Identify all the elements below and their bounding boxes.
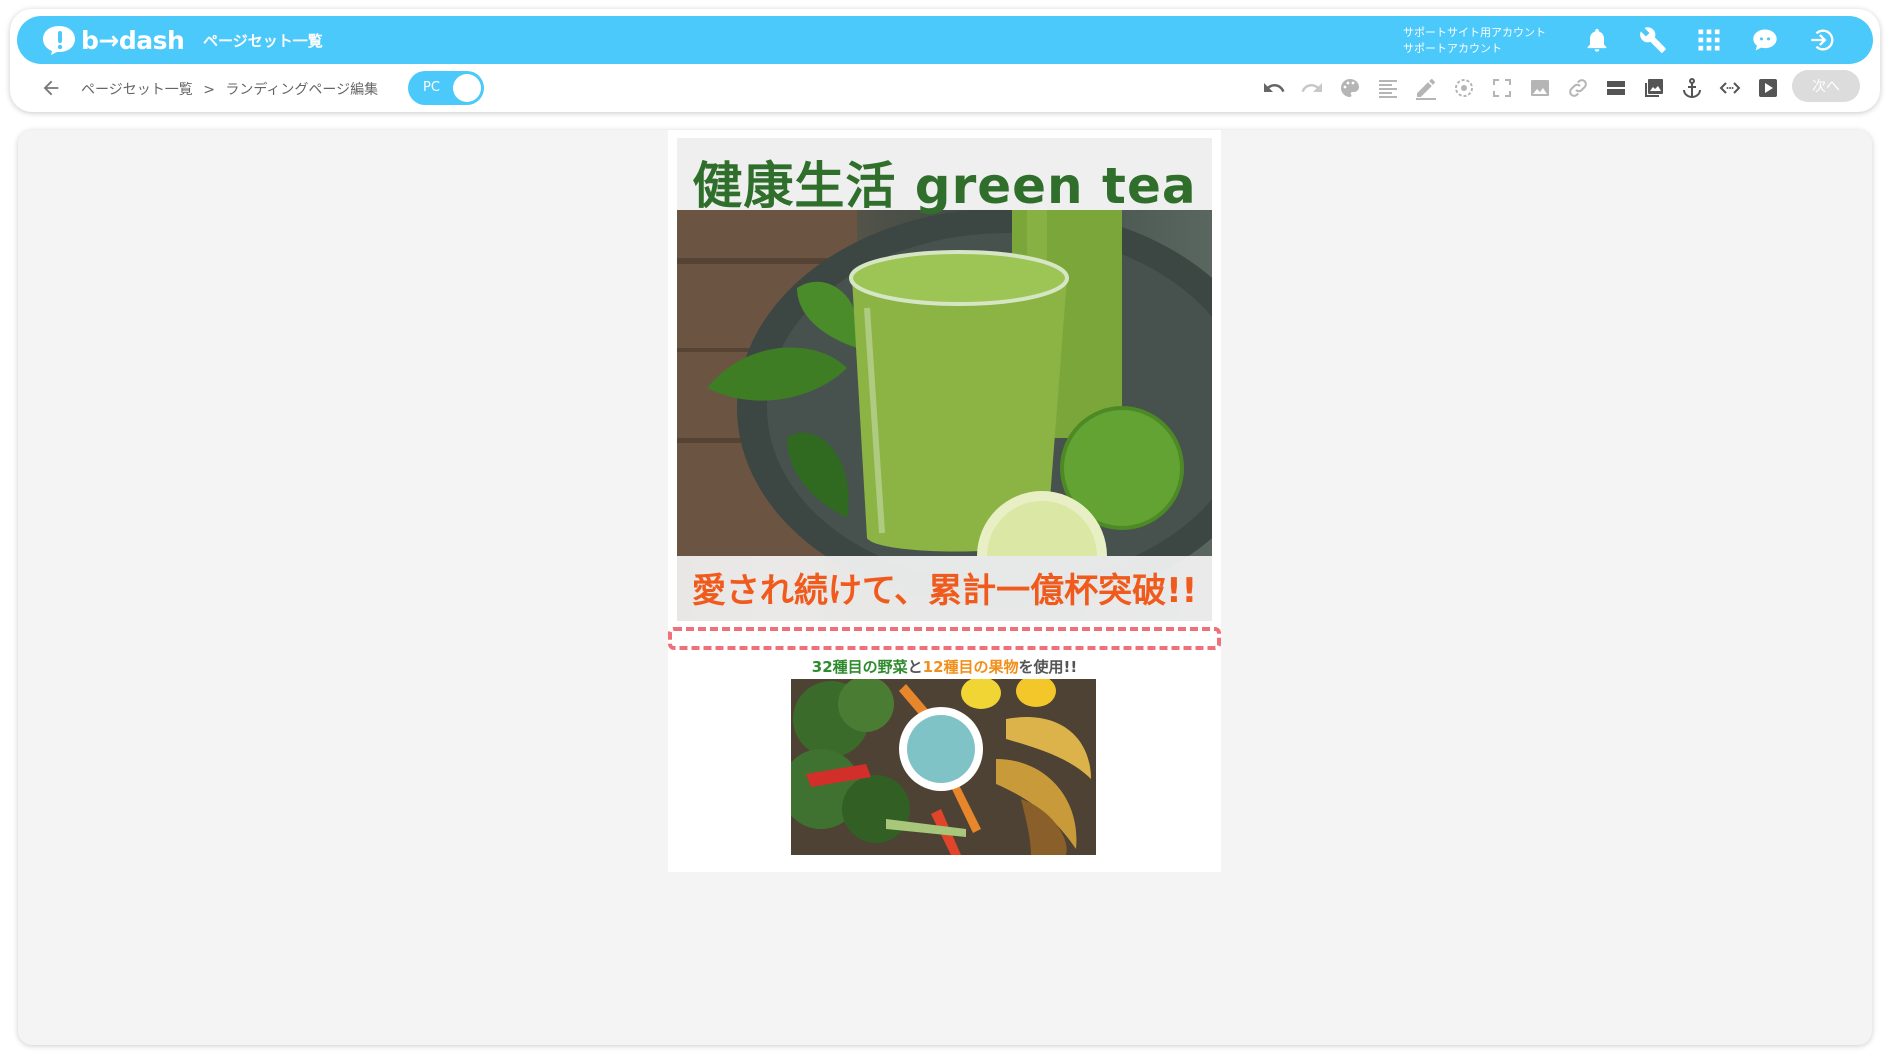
produce-image[interactable] [791, 679, 1096, 855]
bell-icon[interactable] [1581, 24, 1613, 56]
palette-icon[interactable] [1336, 74, 1364, 102]
nav-title-page-sets[interactable]: ページセット一覧 [203, 30, 323, 51]
account-name: サポートサイト用アカウント [1403, 26, 1546, 39]
breadcrumb: ページセット一覧 > ランディングページ編集 [81, 79, 384, 99]
gallery-icon[interactable] [1640, 74, 1668, 102]
logout-icon[interactable] [1807, 24, 1839, 56]
next-button[interactable]: 次へ [1792, 70, 1860, 102]
heading-used: を使用!! [1018, 658, 1078, 676]
logo-bubble-icon [43, 26, 75, 55]
undo-icon[interactable] [1260, 74, 1288, 102]
wrench-icon[interactable] [1637, 24, 1669, 56]
back-arrow-icon[interactable] [40, 77, 62, 99]
editor-canvas: 健康生活 green tea 愛され続けて、累計一億杯突破!! 32種目の野菜と… [18, 130, 1872, 1045]
breadcrumb-page-sets[interactable]: ページセット一覧 [81, 82, 193, 98]
bdash-logo[interactable]: b→dash [41, 23, 185, 57]
top-navigation-bar: b→dash ページセット一覧 サポートサイト用アカウント サポートアカウント [17, 16, 1873, 64]
text-align-icon[interactable] [1374, 74, 1402, 102]
support-chat-icon[interactable] [1749, 24, 1781, 56]
ingredients-heading: 32種目の野菜と12種目の果物を使用!! [668, 656, 1221, 677]
fullscreen-icon[interactable] [1488, 74, 1516, 102]
target-icon[interactable] [1450, 74, 1478, 102]
account-sub: サポートアカウント [1403, 42, 1502, 55]
code-icon[interactable] [1716, 74, 1744, 102]
video-icon[interactable] [1754, 74, 1782, 102]
vegetables-fruits-image [791, 679, 1096, 855]
toggle-knob [453, 74, 481, 102]
landing-page-preview: 健康生活 green tea 愛され続けて、累計一億杯突破!! 32種目の野菜と… [668, 130, 1221, 872]
pen-icon[interactable] [1412, 74, 1440, 102]
breadcrumb-current: ランディングページ編集 [225, 82, 379, 98]
hero-title: 健康生活 green tea [692, 157, 1197, 215]
apps-grid-icon[interactable] [1693, 24, 1725, 56]
block-icon[interactable] [1602, 74, 1630, 102]
insert-drop-zone[interactable] [668, 627, 1221, 650]
device-toggle[interactable]: PC [408, 71, 484, 105]
heading-vegetables: 32種目の野菜 [811, 658, 908, 676]
header-card: b→dash ページセット一覧 サポートサイト用アカウント サポートアカウント … [10, 9, 1880, 112]
hero-image-block[interactable]: 健康生活 green tea 愛され続けて、累計一億杯突破!! [677, 138, 1212, 621]
heading-and: と [907, 658, 923, 676]
logo-text: b→dash [81, 25, 185, 55]
heading-fruits: 12種目の果物 [922, 658, 1019, 676]
anchor-icon[interactable] [1678, 74, 1706, 102]
editor-toolbar: ページセット一覧 > ランディングページ編集 PC 次へ [10, 65, 1880, 112]
account-info[interactable]: サポートサイト用アカウント サポートアカウント [1403, 25, 1546, 57]
breadcrumb-separator: > [203, 82, 215, 98]
device-toggle-label: PC [423, 80, 440, 95]
redo-icon[interactable] [1298, 74, 1326, 102]
hero-tagline: 愛され続けて、累計一億杯突破!! [691, 571, 1198, 611]
image-icon[interactable] [1526, 74, 1554, 102]
link-icon[interactable] [1564, 74, 1592, 102]
